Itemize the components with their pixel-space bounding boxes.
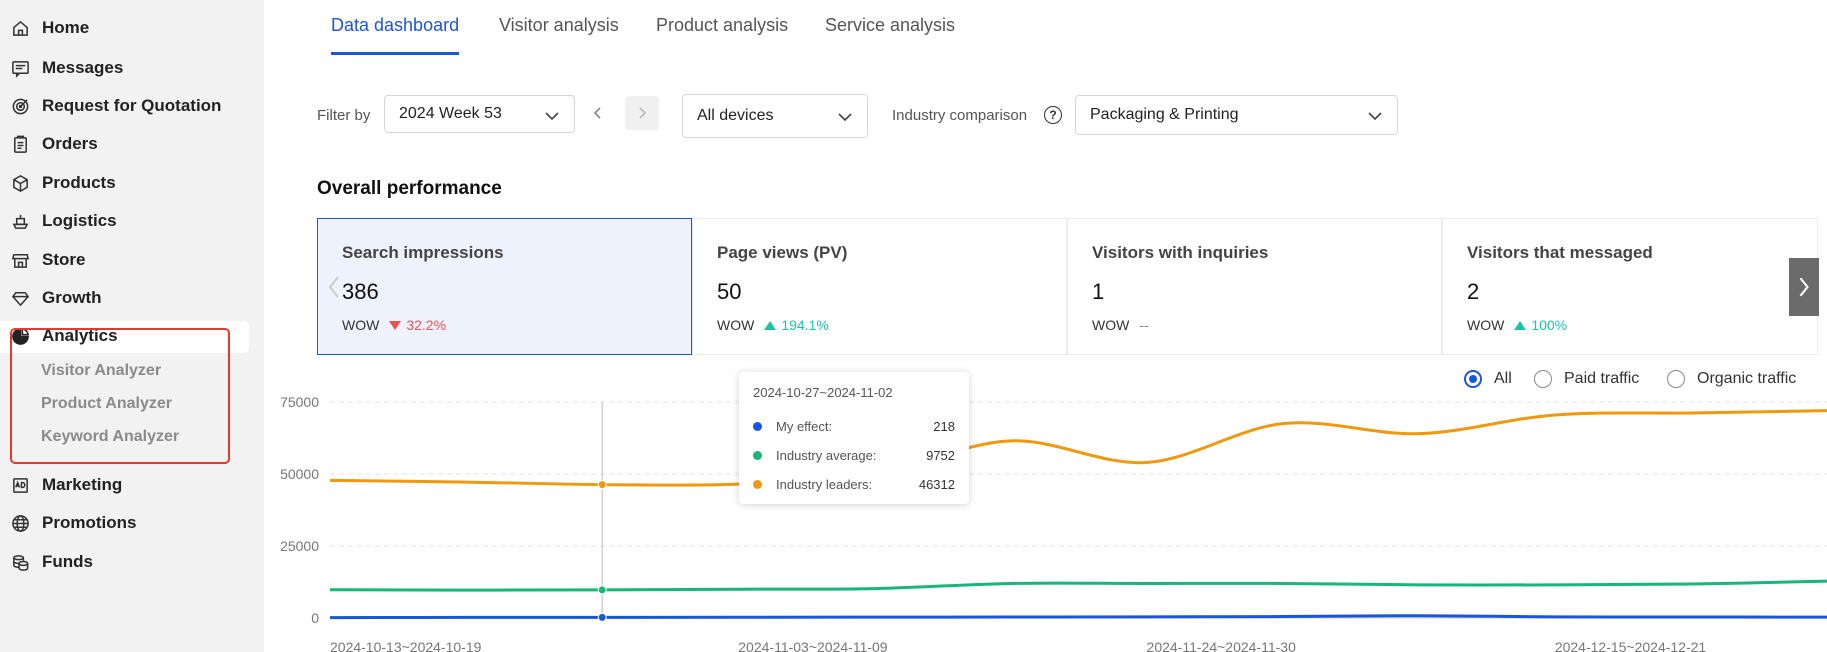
sidebar-item-logistics[interactable]: Logistics bbox=[10, 208, 117, 234]
sidebar-item-label: Orders bbox=[42, 134, 98, 153]
clipboard-icon bbox=[10, 134, 30, 154]
sidebar-item-label: Marketing bbox=[42, 475, 123, 494]
tooltip-series-name: Industry average: bbox=[776, 448, 877, 463]
hover-point bbox=[597, 480, 607, 490]
ship-icon bbox=[10, 211, 30, 231]
target-icon bbox=[10, 96, 30, 116]
sidebar-subitem-visitor-analyzer[interactable]: Visitor Analyzer bbox=[41, 362, 161, 380]
tooltip-series-value: 46312 bbox=[918, 477, 955, 492]
diamond-icon bbox=[10, 288, 30, 308]
sidebar-item-funds[interactable]: Funds bbox=[10, 549, 93, 575]
sidebar-item-label: Promotions bbox=[42, 513, 137, 532]
sidebar-item-label: Home bbox=[42, 18, 90, 37]
globe-icon bbox=[10, 513, 30, 533]
sidebar-item-messages[interactable]: Messages bbox=[10, 55, 123, 81]
tooltip-series-name: Industry leaders: bbox=[776, 477, 873, 492]
tooltip-row: My effect: 218 bbox=[753, 412, 955, 441]
tooltip-series-value: 9752 bbox=[926, 448, 955, 463]
sidebar-item-label: Analytics bbox=[42, 326, 118, 345]
sidebar: Home Messages Request for Quotation Orde… bbox=[0, 0, 264, 652]
series-dot bbox=[753, 422, 762, 431]
tooltip-series-value: 218 bbox=[933, 419, 955, 434]
series-line-my-effect bbox=[329, 614, 1827, 620]
y-tick-label: 50000 bbox=[280, 466, 319, 482]
y-tick-label: 25000 bbox=[280, 538, 319, 554]
sidebar-item-label: Request for Quotation bbox=[42, 96, 222, 115]
x-tick-label: 2024-11-24~2024-11-30 bbox=[1147, 639, 1297, 652]
sidebar-item-products[interactable]: Products bbox=[10, 170, 116, 196]
series-dot bbox=[753, 480, 762, 489]
sidebar-item-rfq[interactable]: Request for Quotation bbox=[10, 93, 221, 119]
sidebar-subitem-keyword-analyzer[interactable]: Keyword Analyzer bbox=[41, 428, 179, 446]
sidebar-item-orders[interactable]: Orders bbox=[10, 131, 98, 157]
tooltip-row: Industry average: 9752 bbox=[753, 441, 955, 470]
series-line-industry-average bbox=[329, 579, 1827, 592]
pie-chart-icon bbox=[10, 326, 30, 346]
sidebar-item-label: Products bbox=[42, 173, 116, 192]
sidebar-item-label: Messages bbox=[42, 58, 124, 77]
performance-line-chart: 0 25000 50000 75000 2024-10-13~2024-10-19 202… bbox=[280, 394, 1827, 652]
y-tick-label: 75000 bbox=[280, 394, 319, 410]
main-content: Data dashboard Visitor analysis Product … bbox=[264, 0, 1827, 652]
coins-icon bbox=[10, 552, 30, 572]
hover-point bbox=[597, 585, 607, 595]
sidebar-item-label: Store bbox=[42, 250, 86, 269]
sidebar-item-home[interactable]: Home bbox=[10, 15, 89, 41]
series-dot bbox=[753, 451, 762, 460]
chart-tooltip: 2024-10-27~2024-11-02 My effect: 218 Ind… bbox=[739, 372, 969, 504]
sidebar-item-store[interactable]: Store bbox=[10, 247, 85, 273]
tooltip-row: Industry leaders: 46312 bbox=[753, 470, 955, 499]
sidebar-subitem-product-analyzer[interactable]: Product Analyzer bbox=[41, 395, 172, 413]
message-icon bbox=[10, 58, 30, 78]
x-tick-label: 2024-12-15~2024-12-21 bbox=[1555, 639, 1707, 652]
x-tick-label: 2024-11-03~2024-11-09 bbox=[738, 639, 888, 652]
sidebar-item-promotions[interactable]: Promotions bbox=[10, 510, 136, 536]
sidebar-item-analytics[interactable]: Analytics bbox=[10, 323, 118, 349]
home-icon bbox=[10, 18, 30, 38]
sidebar-item-marketing[interactable]: Marketing bbox=[10, 472, 122, 498]
tooltip-series-name: My effect: bbox=[776, 419, 833, 434]
store-icon bbox=[10, 250, 30, 270]
tooltip-title: 2024-10-27~2024-11-02 bbox=[753, 385, 893, 400]
sidebar-item-label: Funds bbox=[42, 552, 93, 571]
x-tick-label: 2024-10-13~2024-10-19 bbox=[330, 639, 482, 652]
hover-point bbox=[597, 612, 607, 622]
ad-icon bbox=[10, 475, 30, 495]
sidebar-item-growth[interactable]: Growth bbox=[10, 285, 102, 311]
y-tick-label: 0 bbox=[311, 610, 319, 626]
sidebar-item-label: Growth bbox=[42, 288, 102, 307]
sidebar-item-label: Logistics bbox=[42, 211, 117, 230]
box-icon bbox=[10, 173, 30, 193]
